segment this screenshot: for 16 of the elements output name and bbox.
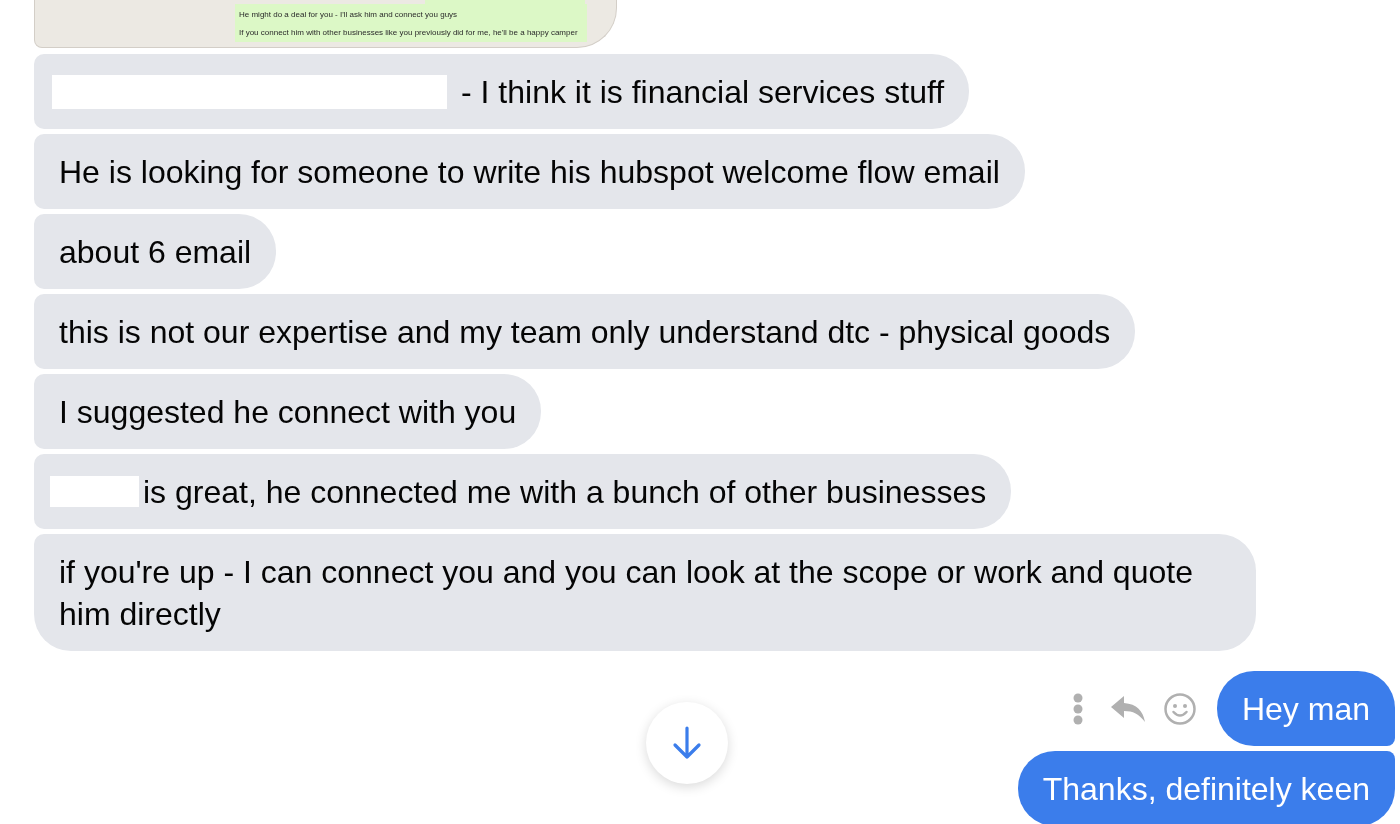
message-bubble: Hey man: [1216, 671, 1395, 746]
message-text: He is looking for someone to write his hubspot welcome flow email: [59, 152, 1000, 192]
scroll-down-button[interactable]: [646, 702, 728, 784]
message-text: I suggested he connect with you: [59, 392, 517, 432]
smiley-icon[interactable]: [1163, 692, 1196, 725]
reply-arrow-icon[interactable]: [1110, 695, 1145, 722]
message-bubble: Thanks, definitely keen: [1017, 751, 1395, 824]
message-text: this is not our expertise and my team only understand dtc - physical goods: [59, 312, 1111, 352]
message-text: if you're up - I can connect you and you can look at the scope or work and quote him directly: [59, 552, 1194, 634]
message-text: He might do a deal for you - I'll ask him and connect you guys: [239, 10, 458, 19]
down-arrow-icon: [672, 726, 702, 760]
message-text: is great, he connected me with a bunch of other businesses: [143, 472, 987, 512]
message-text: - I think it is financial services stuff: [461, 72, 945, 112]
message-text: If you connect him with other businesses like you previously did for me, he'll be a happy camper: [239, 28, 578, 37]
message-text: about 6 email: [59, 232, 252, 272]
more-options-icon[interactable]: [1071, 692, 1084, 725]
